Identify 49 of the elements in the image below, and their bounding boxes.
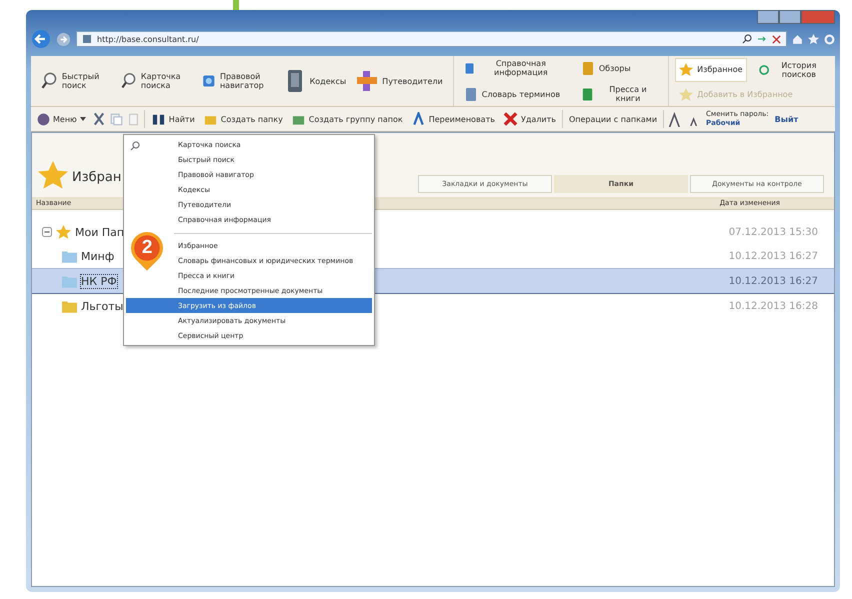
folder-icon bbox=[62, 274, 77, 288]
ribbon-button[interactable]: Избранное bbox=[675, 58, 747, 82]
star-icon[interactable] bbox=[808, 34, 819, 44]
date-cell: 10.12.2013 16:27 bbox=[728, 276, 818, 286]
exit-link[interactable]: Выйт bbox=[772, 114, 800, 124]
toolbar-button[interactable]: Удалить bbox=[500, 112, 558, 126]
caret-icon bbox=[80, 117, 86, 121]
delete-icon bbox=[502, 112, 518, 126]
folder-name[interactable]: Льготы bbox=[81, 300, 124, 312]
collapse-icon[interactable] bbox=[42, 227, 52, 237]
star-icon bbox=[38, 161, 68, 191]
star-plus-icon bbox=[679, 88, 694, 102]
ribbon-button[interactable]: Пресса и книги bbox=[576, 82, 662, 106]
date-cell: 10.12.2013 16:28 bbox=[728, 300, 818, 312]
toolbar-button[interactable]: Создать папку bbox=[200, 112, 285, 126]
cut-icon[interactable] bbox=[92, 112, 106, 126]
search-icon[interactable] bbox=[742, 34, 752, 44]
folder-name[interactable]: НК РФ bbox=[81, 274, 117, 288]
ribbon-button[interactable]: История поисков bbox=[754, 58, 830, 82]
folder-icon bbox=[62, 250, 77, 262]
toolbar-button[interactable]: Переименовать bbox=[408, 112, 497, 126]
forward-button[interactable] bbox=[56, 32, 71, 46]
ribbon-button[interactable]: Быстрый поиск bbox=[37, 66, 116, 96]
folder-operations-button[interactable]: Операции с папками bbox=[566, 114, 660, 124]
ribbon-button[interactable]: Путеводители bbox=[352, 66, 447, 96]
ribbon-button[interactable]: Карточка поиска bbox=[117, 66, 196, 96]
ribbon-button[interactable]: Обзоры bbox=[576, 58, 662, 78]
back-button[interactable] bbox=[31, 29, 51, 49]
ribbon-button[interactable]: Кодексы bbox=[280, 66, 350, 96]
menu-button[interactable]: Меню bbox=[35, 112, 88, 126]
date-cell: 07.12.2013 15:30 bbox=[728, 226, 818, 238]
address-field[interactable]: http://base.consultant.ru/ bbox=[76, 31, 787, 47]
clock-icon bbox=[758, 62, 769, 76]
close-icon[interactable] bbox=[772, 34, 781, 44]
star-icon bbox=[679, 62, 694, 76]
toolbar-button[interactable]: Создать группу папок bbox=[288, 112, 405, 126]
date-cell: 10.12.2013 16:27 bbox=[728, 250, 818, 262]
ribbon-button[interactable]: Справочная информация bbox=[460, 56, 567, 80]
star-icon bbox=[56, 224, 71, 240]
folder-name[interactable]: Минф bbox=[81, 250, 114, 262]
folder-name[interactable]: Мои Пап bbox=[75, 226, 124, 238]
window-controls[interactable] bbox=[757, 10, 835, 24]
panel-title: Избран bbox=[72, 170, 122, 185]
ribbon-button[interactable]: Правовой навигатор bbox=[198, 66, 278, 96]
ribbon-button[interactable]: Словарь терминов bbox=[460, 84, 567, 104]
folder-icon bbox=[62, 300, 77, 312]
home-icon[interactable] bbox=[792, 34, 803, 44]
toolbar-button[interactable]: Найти bbox=[148, 112, 197, 126]
magnifier-icon bbox=[130, 141, 140, 151]
